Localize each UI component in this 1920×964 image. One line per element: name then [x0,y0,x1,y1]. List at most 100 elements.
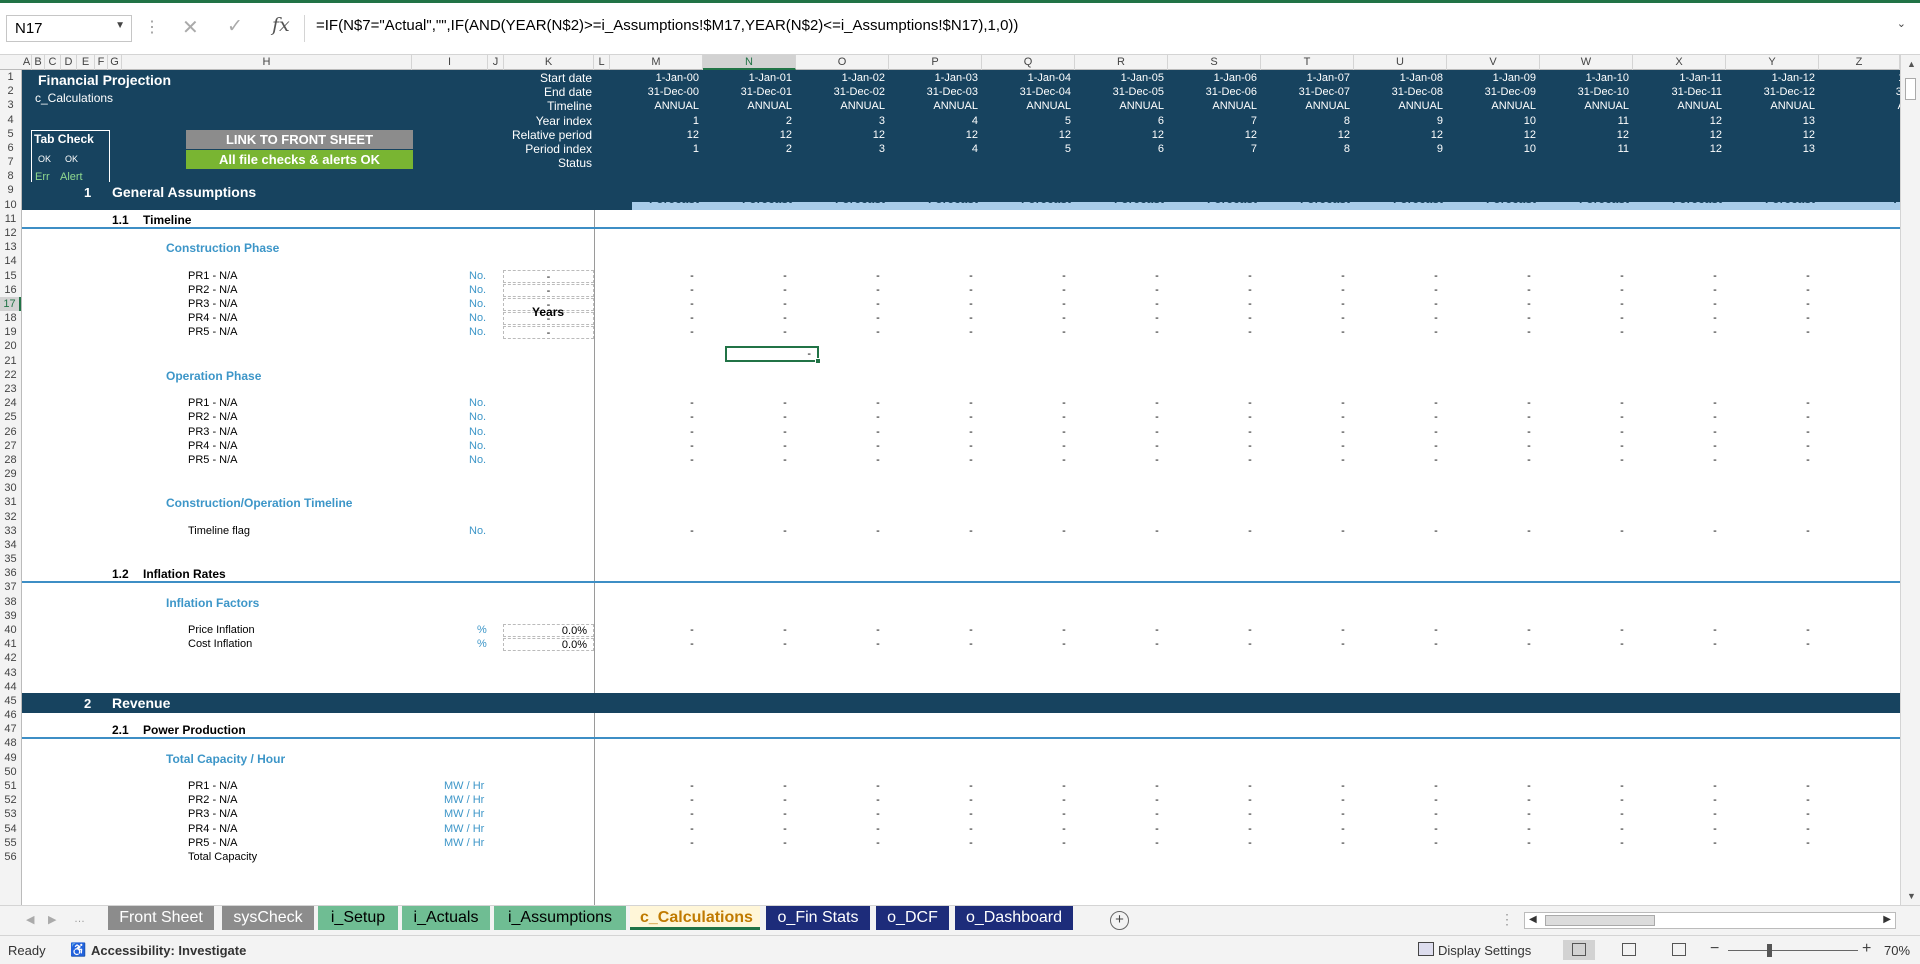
row-header[interactable]: 16 [0,283,21,297]
value-cell[interactable]: - [873,624,883,636]
header-cell[interactable]: 31-Dec-08 [1392,86,1443,98]
more-options-icon[interactable]: ⋮ [144,17,160,37]
value-cell[interactable]: - [1617,638,1627,650]
row-header[interactable]: 24 [0,396,21,410]
value-cell[interactable]: - [1152,284,1162,296]
zoom-in-icon[interactable]: + [1862,940,1871,958]
column-header[interactable]: N [703,55,796,70]
header-cell[interactable]: 13 [1803,143,1815,155]
header-cell[interactable]: ANNUAL [1584,100,1629,112]
value-cell[interactable]: - [1152,326,1162,338]
header-cell[interactable]: 31-Dec-03 [927,86,978,98]
row-header[interactable]: 40 [0,623,21,637]
value-cell[interactable]: - [1059,823,1069,835]
value-cell[interactable]: - [1617,326,1627,338]
header-cell[interactable]: 12 [1431,129,1443,141]
value-cell[interactable]: - [1617,270,1627,282]
header-cell[interactable]: 11 [1618,115,1629,127]
value-cell[interactable]: - [1524,312,1534,324]
header-cell[interactable]: 12 [1803,129,1815,141]
column-header[interactable]: W [1540,55,1633,70]
value-cell[interactable]: - [873,454,883,466]
value-cell[interactable]: - [873,780,883,792]
sheet-tab[interactable]: i_Setup [318,906,398,930]
expand-formula-icon[interactable]: ⌄ [1897,17,1906,30]
value-cell[interactable]: - [1059,284,1069,296]
value-cell[interactable]: - [966,440,976,452]
row-header[interactable]: 21 [0,354,21,368]
value-cell[interactable]: - [966,397,976,409]
more-sheets-icon[interactable]: … [74,913,85,925]
row-header[interactable]: 3 [0,98,21,112]
value-cell[interactable]: - [966,638,976,650]
value-cell[interactable]: - [1338,794,1348,806]
column-header[interactable]: Q [982,55,1075,70]
value-cell[interactable]: - [1059,312,1069,324]
value-cell[interactable]: - [1431,837,1441,849]
header-cell[interactable]: 12 [1617,129,1629,141]
value-cell[interactable]: - [1617,426,1627,438]
value-cell[interactable]: - [1059,638,1069,650]
value-cell[interactable]: - [687,312,697,324]
value-cell[interactable]: - [1338,426,1348,438]
value-cell[interactable]: - [780,525,790,537]
row-header[interactable]: 7 [0,155,21,169]
value-cell[interactable]: - [966,525,976,537]
row-header[interactable]: 22 [0,368,21,382]
value-cell[interactable]: - [1524,397,1534,409]
value-cell[interactable]: - [1524,326,1534,338]
value-cell[interactable]: - [966,298,976,310]
input-cell[interactable]: - [503,326,594,339]
value-cell[interactable]: - [1431,326,1441,338]
value-cell[interactable]: - [1059,525,1069,537]
value-cell[interactable]: - [1431,808,1441,820]
value-cell[interactable]: - [1710,284,1720,296]
value-cell[interactable]: - [1803,624,1813,636]
header-cell[interactable]: 31-Dec-04 [1020,86,1071,98]
value-cell[interactable]: - [1059,270,1069,282]
scroll-left-icon[interactable]: ◀ [1529,914,1537,925]
row-header[interactable]: 25 [0,410,21,424]
header-cell[interactable]: 9 [1437,115,1443,127]
value-cell[interactable]: - [1524,837,1534,849]
row-header[interactable]: 37 [0,580,21,594]
value-cell[interactable]: - [1524,284,1534,296]
row-header[interactable]: 10 [0,198,21,212]
header-cell[interactable]: 7 [1251,143,1257,155]
value-cell[interactable]: - [687,525,697,537]
value-cell[interactable]: - [1338,397,1348,409]
value-cell[interactable]: - [1524,440,1534,452]
value-cell[interactable]: - [1152,780,1162,792]
column-header[interactable]: S [1168,55,1261,70]
normal-view-button[interactable] [1563,940,1595,960]
value-cell[interactable]: - [687,794,697,806]
header-cell[interactable]: 6 [1158,115,1164,127]
value-cell[interactable]: - [873,411,883,423]
input-cell[interactable]: 0.0% [503,638,594,651]
header-cell[interactable]: 1-Jan-07 [1307,72,1350,84]
value-cell[interactable]: - [1059,411,1069,423]
display-settings-button[interactable]: Display Settings [1438,943,1531,958]
value-cell[interactable]: - [873,638,883,650]
value-cell[interactable]: - [687,808,697,820]
selected-cell-n17[interactable]: - [725,346,821,364]
value-cell[interactable]: - [1431,440,1441,452]
column-header[interactable]: P [889,55,982,70]
value-cell[interactable]: - [966,411,976,423]
header-cell[interactable]: 12 [1152,129,1164,141]
row-header[interactable]: 17 [0,297,21,311]
value-cell[interactable]: - [780,780,790,792]
value-cell[interactable]: - [1710,638,1720,650]
chevron-down-icon[interactable]: ▼ [115,20,125,31]
row-header[interactable]: 11 [0,212,21,226]
value-cell[interactable]: - [1524,525,1534,537]
value-cell[interactable]: - [1803,440,1813,452]
value-cell[interactable]: - [1152,525,1162,537]
value-cell[interactable]: - [687,624,697,636]
header-cell[interactable]: 31-Dec-12 [1764,86,1815,98]
value-cell[interactable]: - [966,808,976,820]
value-cell[interactable]: - [1245,638,1255,650]
worksheet-grid[interactable]: Financial Projection c_Calculations Tab … [22,70,1900,905]
value-cell[interactable]: - [1710,808,1720,820]
header-cell[interactable]: 8 [1344,115,1350,127]
